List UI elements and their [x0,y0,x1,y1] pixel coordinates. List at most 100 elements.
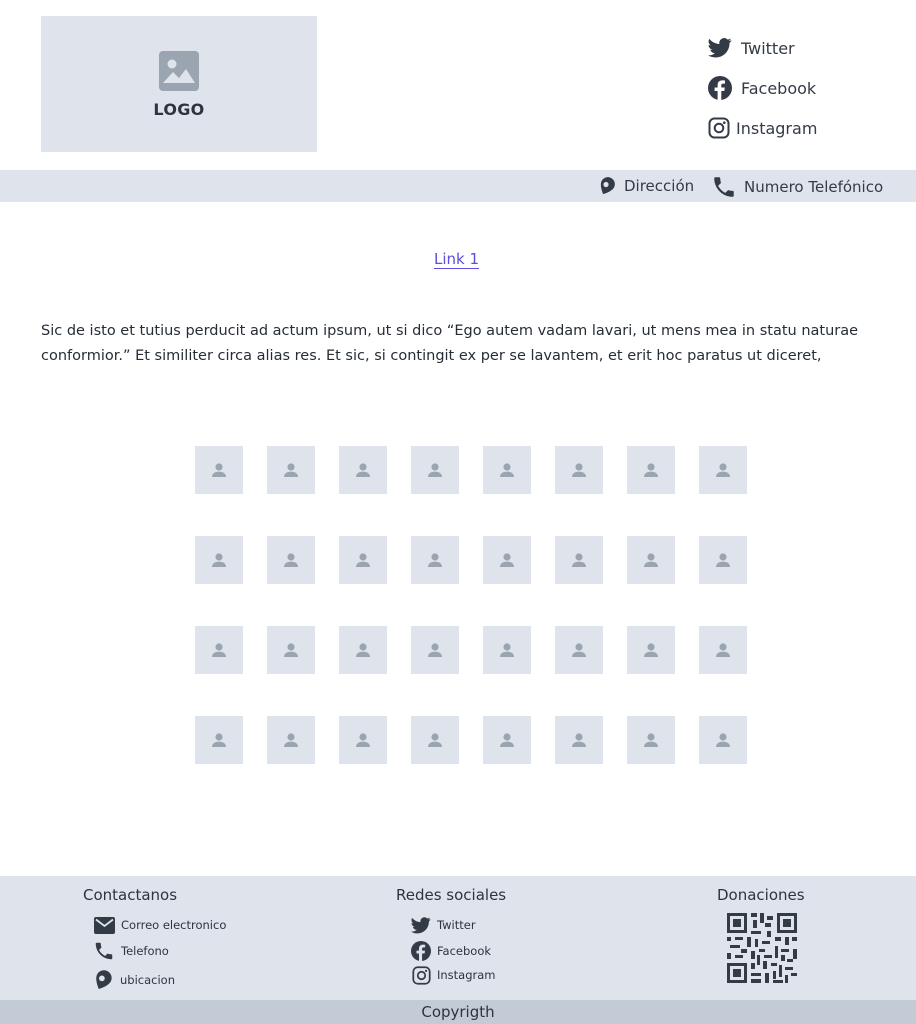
address-label: Dirección [624,177,695,195]
footer-instagram-link[interactable]: Instagram [411,965,496,985]
phone-link[interactable]: Numero Telefónico [711,174,883,200]
body-paragraph: Sic de isto et tutius perducit ad actum … [41,323,859,364]
avatar-placeholder[interactable] [339,716,387,764]
location-icon [92,969,114,991]
user-icon [212,643,226,657]
user-icon [716,643,730,657]
logo-text: LOGO [153,99,205,119]
avatar-placeholder[interactable] [483,626,531,674]
avatar-placeholder[interactable] [267,536,315,584]
avatar-placeholder[interactable] [699,536,747,584]
avatar-placeholder[interactable] [411,716,459,764]
mail-icon [93,914,115,936]
copyright: Copyrigth [0,1000,916,1024]
instagram-icon [708,116,730,140]
footer-instagram-label: Instagram [437,968,496,982]
avatar-placeholder[interactable] [267,716,315,764]
footer-email-link[interactable]: Correo electronico [93,914,226,936]
avatar-placeholder[interactable] [195,716,243,764]
header-facebook-link[interactable]: Facebook [708,76,908,100]
user-icon [716,463,730,477]
twitter-icon [708,36,732,60]
user-icon [212,553,226,567]
footer-facebook-label: Facebook [437,944,492,958]
user-icon [284,643,298,657]
user-icon [284,553,298,567]
user-icon [356,643,370,657]
user-icon [212,463,226,477]
avatar-placeholder[interactable] [339,536,387,584]
header-social-links: Twitter Facebook Instagram [708,36,908,156]
user-icon [356,733,370,747]
qr-code-icon[interactable] [727,913,797,983]
twitter-icon [411,915,431,935]
avatar-placeholder[interactable] [483,536,531,584]
phone-label: Numero Telefónico [744,178,884,196]
avatar-placeholder[interactable] [699,626,747,674]
footer-phone-label: Telefono [121,944,169,958]
user-icon [500,553,514,567]
link-1[interactable]: Link 1 [434,250,479,268]
avatar-placeholder[interactable] [411,536,459,584]
footer-social-title: Redes sociales [396,886,507,904]
avatar-placeholder[interactable] [699,446,747,494]
avatar-placeholder[interactable] [195,446,243,494]
header-facebook-label: Facebook [741,78,817,98]
avatar-placeholder[interactable] [699,716,747,764]
user-icon [644,733,658,747]
user-icon [356,463,370,477]
avatar-placeholder[interactable] [627,626,675,674]
avatar-placeholder[interactable] [411,446,459,494]
footer-twitter-link[interactable]: Twitter [411,915,476,935]
avatar-placeholder[interactable] [555,446,603,494]
user-icon [644,463,658,477]
avatar-placeholder[interactable] [339,626,387,674]
avatar-placeholder[interactable] [627,716,675,764]
avatar-placeholder[interactable] [483,446,531,494]
footer-facebook-link[interactable]: Facebook [411,941,491,961]
avatar-placeholder[interactable] [555,626,603,674]
instagram-icon [411,965,431,985]
info-bar: Dirección Numero Telefónico [0,170,916,202]
footer: Contactanos Correo electronico Telefono … [0,876,916,1000]
phone-icon [93,940,115,962]
avatar-placeholder[interactable] [267,446,315,494]
header-twitter-link[interactable]: Twitter [708,36,908,60]
user-icon [428,733,442,747]
user-icon [500,733,514,747]
user-icon [428,553,442,567]
avatar-placeholder[interactable] [267,626,315,674]
avatar-placeholder[interactable] [627,446,675,494]
user-icon [572,463,586,477]
user-icon [356,553,370,567]
avatar-placeholder[interactable] [555,716,603,764]
header-twitter-label: Twitter [741,38,795,58]
avatar-placeholder[interactable] [627,536,675,584]
avatar-placeholder[interactable] [195,536,243,584]
user-icon [644,643,658,657]
location-icon [597,176,617,196]
facebook-icon [708,76,732,100]
user-icon [500,643,514,657]
footer-location-label: ubicacion [120,973,175,987]
user-icon [428,463,442,477]
address-link[interactable]: Dirección [597,176,694,196]
footer-email-label: Correo electronico [121,918,227,932]
avatar-placeholder[interactable] [555,536,603,584]
avatar-placeholder[interactable] [483,716,531,764]
user-icon [644,553,658,567]
header-instagram-label: Instagram [736,118,818,138]
logo[interactable]: LOGO [41,16,317,152]
avatar-placeholder[interactable] [195,626,243,674]
facebook-icon [411,941,431,961]
footer-phone-link[interactable]: Telefono [93,940,169,962]
user-icon [212,733,226,747]
user-icon [716,553,730,567]
phone-icon [711,174,737,200]
header-instagram-link[interactable]: Instagram [708,116,908,140]
avatar-placeholder[interactable] [411,626,459,674]
footer-location-link[interactable]: ubicacion [92,969,175,991]
user-icon [284,733,298,747]
avatar-placeholder[interactable] [339,446,387,494]
image-placeholder-icon [159,50,199,91]
